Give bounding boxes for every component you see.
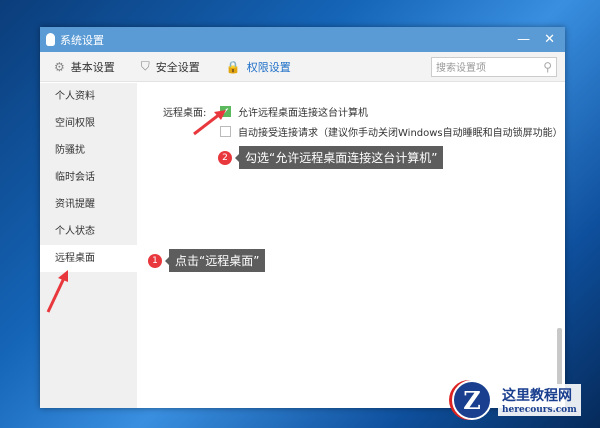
tab-basic-settings[interactable]: ⚙ 基本设置	[54, 59, 115, 75]
sidebar-item-profile[interactable]: 个人资料	[40, 83, 137, 110]
minimize-button[interactable]: —	[517, 32, 530, 47]
window-title: 系统设置	[60, 33, 104, 47]
search-icon[interactable]: ⚲	[543, 60, 552, 74]
callout-step-1: 1 点击“远程桌面”	[148, 249, 266, 272]
option-text: 允许远程桌面连接这台计算机	[238, 108, 368, 119]
tab-label: 安全设置	[155, 60, 200, 74]
title-bar: 系统设置 — ✕	[40, 27, 565, 52]
sidebar-item-anti-harassment[interactable]: 防骚扰	[40, 137, 137, 164]
sidebar-item-temp-session[interactable]: 临时会话	[40, 164, 137, 191]
red-arrow-icon	[193, 110, 226, 136]
logo-z-icon: Z	[452, 380, 492, 420]
callout-step-2: 2 勾选“允许远程桌面连接这台计算机”	[218, 146, 444, 169]
watermark-logo: Z 这里教程网 herecours.com	[452, 380, 581, 420]
search-input[interactable]: 搜索设置项 ⚲	[431, 56, 557, 77]
sidebar: 个人资料 空间权限 防骚扰 临时会话 资讯提醒 个人状态 远程桌面	[40, 83, 137, 408]
lock-icon: 🔒	[225, 59, 241, 74]
close-button[interactable]: ✕	[544, 32, 555, 47]
red-arrow-icon	[46, 270, 68, 313]
watermark-name: 这里教程网	[502, 388, 572, 404]
qq-penguin-icon	[46, 33, 55, 46]
sidebar-item-news-alerts[interactable]: 资讯提醒	[40, 191, 137, 218]
auto-accept-checkbox[interactable]: 自动接受连接请求（建议你手动关闭Windows自动睡眠和自动锁屏功能）	[220, 124, 563, 139]
settings-window: 系统设置 — ✕ ⚙ 基本设置 ⛉ 安全设置 🔒 权限设置 搜索设置项 ⚲ 个人资料 …	[40, 27, 565, 408]
callout-text: 勾选“允许远程桌面连接这台计算机”	[234, 146, 444, 169]
watermark-url: herecours.com	[502, 405, 577, 415]
sidebar-item-space-permissions[interactable]: 空间权限	[40, 110, 137, 137]
tab-label: 权限设置	[246, 60, 291, 74]
gear-icon: ⚙	[54, 59, 65, 74]
step-number: 1	[148, 253, 162, 268]
tab-label: 基本设置	[70, 60, 115, 74]
tab-permission-settings[interactable]: 🔒 权限设置	[226, 59, 291, 75]
toolbar: ⚙ 基本设置 ⛉ 安全设置 🔒 权限设置 搜索设置项 ⚲	[40, 52, 565, 82]
option-text: 自动接受连接请求（建议你手动关闭Windows自动睡眠和自动锁屏功能）	[238, 128, 563, 139]
sidebar-item-status[interactable]: 个人状态	[40, 218, 137, 245]
callout-text: 点击“远程桌面”	[164, 249, 266, 272]
shield-icon: ⛉	[140, 59, 150, 73]
search-placeholder: 搜索设置项	[436, 63, 486, 74]
allow-remote-checkbox[interactable]: ✔ 允许远程桌面连接这台计算机	[220, 104, 368, 119]
step-number: 2	[218, 150, 232, 165]
tab-security-settings[interactable]: ⛉ 安全设置	[141, 59, 200, 75]
